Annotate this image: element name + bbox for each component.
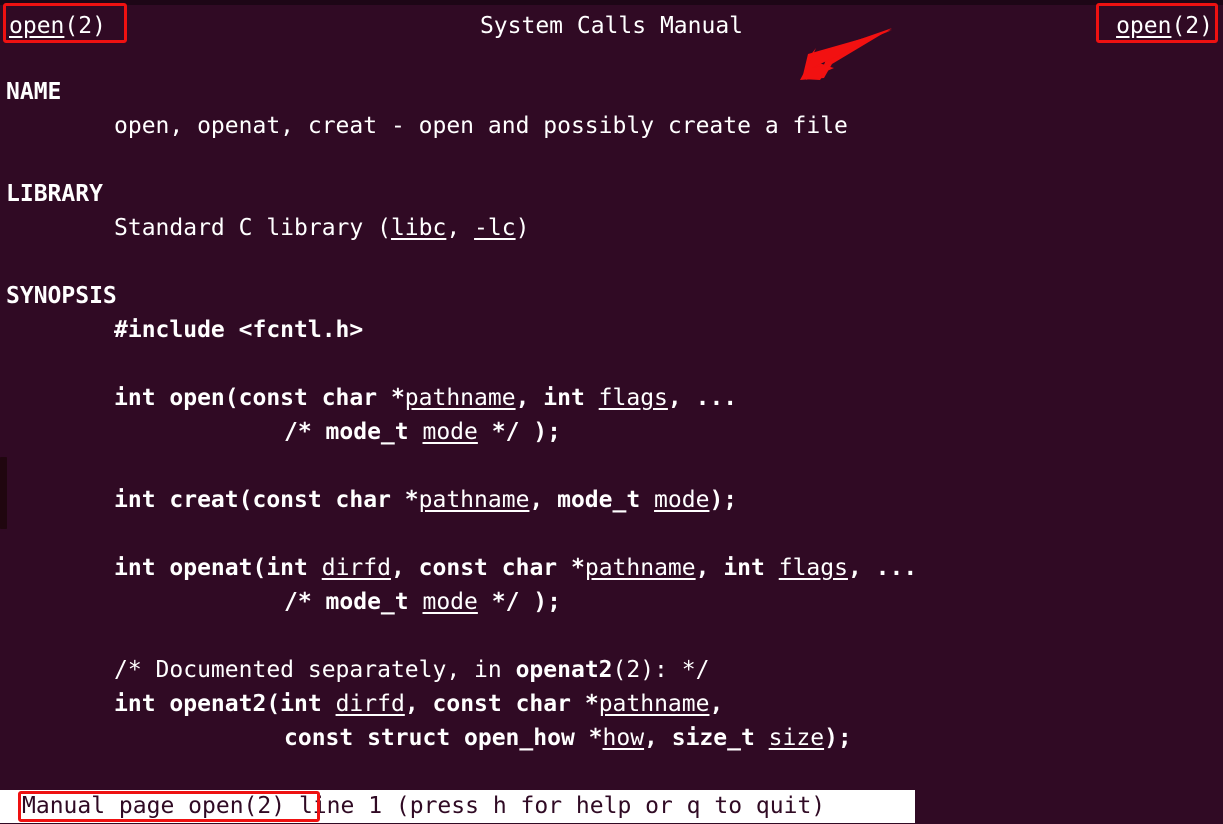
open-proto-part-a: int open(const char * xyxy=(114,385,405,411)
creat-proto-part-a: int creat(const char * xyxy=(114,487,419,513)
openat-proto-part-b: , const char * xyxy=(390,555,585,581)
library-text-pre: Standard C library ( xyxy=(114,215,391,241)
openat2-proto2-part-c: ); xyxy=(824,725,852,751)
section-heading-library: LIBRARY xyxy=(6,181,103,207)
header-right-name: open xyxy=(1116,13,1172,39)
man-page-header: open(2) System Calls Manual open(2) xyxy=(0,6,1223,42)
openat2-proto-part-a: int openat2(int xyxy=(114,691,336,717)
synopsis-openat2-comment: /* Documented separately, in openat2(2):… xyxy=(114,653,709,687)
open-param-pathname: pathname xyxy=(404,385,516,411)
openat2-param-size: size xyxy=(768,725,825,751)
creat-proto-part-c: ); xyxy=(709,487,738,513)
openat-proto-part-a: int openat(int xyxy=(114,555,322,581)
status-bar-hint: line 1 (press h for help or q to quit) xyxy=(285,793,826,819)
openat2-param-how: how xyxy=(602,725,645,751)
library-link-lc[interactable]: -lc xyxy=(474,215,516,241)
header-right-title: open(2) xyxy=(1116,9,1213,43)
library-body: Standard C library (libc, -lc) xyxy=(114,211,529,245)
header-center-title: System Calls Manual xyxy=(479,13,744,39)
synopsis-include-line: #include <fcntl.h> xyxy=(114,317,364,343)
library-text-post: ) xyxy=(515,215,530,241)
library-text-mid: , xyxy=(446,215,475,241)
openat-param-mode: mode xyxy=(422,589,478,615)
pager-status-bar[interactable]: Manual page open(2) line 1 (press h for … xyxy=(0,790,915,823)
openat2-param-dirfd: dirfd xyxy=(335,691,405,717)
status-bar-page-label: Manual page open(2) xyxy=(22,793,286,819)
openat2-comment-part-b: (2): */ xyxy=(612,657,710,683)
window-top-strip xyxy=(0,0,1223,5)
openat-proto-part-c: , int xyxy=(695,555,779,581)
openat-mode-part-a: /* mode_t xyxy=(284,589,423,615)
open-proto-part-b: , int xyxy=(515,385,599,411)
synopsis-openat-prototype-line2: /* mode_t mode */ ); xyxy=(284,585,561,619)
section-heading-name: NAME xyxy=(6,79,62,105)
openat-proto-part-d: , ... xyxy=(847,555,918,581)
openat2-proto-part-c: , xyxy=(709,691,724,717)
scrollbar-track[interactable] xyxy=(0,5,7,775)
section-heading-synopsis: SYNOPSIS xyxy=(6,283,117,309)
open-param-flags: flags xyxy=(598,385,668,411)
openat-param-dirfd: dirfd xyxy=(321,555,391,581)
openat-param-flags: flags xyxy=(778,555,848,581)
synopsis-openat2-prototype-line1: int openat2(int dirfd, const char *pathn… xyxy=(114,687,723,721)
open-mode-part-a: /* mode_t xyxy=(284,419,423,445)
openat2-param-pathname: pathname xyxy=(598,691,710,717)
scrollbar-thumb[interactable] xyxy=(0,457,7,529)
openat2-comment-part-a: /* Documented separately, in xyxy=(114,657,516,683)
openat-mode-part-b: */ ); xyxy=(477,589,561,615)
openat2-comment-ref: openat2 xyxy=(515,657,613,683)
header-right-section: (2) xyxy=(1171,13,1213,39)
creat-proto-part-b: , mode_t xyxy=(529,487,655,513)
name-body: open, openat, creat - open and possibly … xyxy=(114,113,848,139)
creat-param-pathname: pathname xyxy=(418,487,530,513)
open-param-mode: mode xyxy=(422,419,478,445)
creat-param-mode: mode xyxy=(654,487,710,513)
terminal-window[interactable]: open(2) System Calls Manual open(2) NAME… xyxy=(0,0,1223,824)
openat2-proto-part-b: , const char * xyxy=(404,691,599,717)
openat-param-pathname: pathname xyxy=(584,555,696,581)
synopsis-creat-prototype: int creat(const char *pathname, mode_t m… xyxy=(114,483,737,517)
synopsis-open-prototype-line1: int open(const char *pathname, int flags… xyxy=(114,381,737,415)
library-link-libc[interactable]: libc xyxy=(391,215,446,241)
open-proto-part-c: , ... xyxy=(667,385,738,411)
synopsis-open-prototype-line2: /* mode_t mode */ ); xyxy=(284,415,561,449)
synopsis-openat2-prototype-line2: const struct open_how *how, size_t size)… xyxy=(284,721,852,755)
open-mode-part-b: */ ); xyxy=(477,419,561,445)
synopsis-openat-prototype-line1: int openat(int dirfd, const char *pathna… xyxy=(114,551,917,585)
openat2-proto2-part-b: , size_t xyxy=(644,725,769,751)
openat2-proto2-part-a: const struct open_how * xyxy=(284,725,603,751)
